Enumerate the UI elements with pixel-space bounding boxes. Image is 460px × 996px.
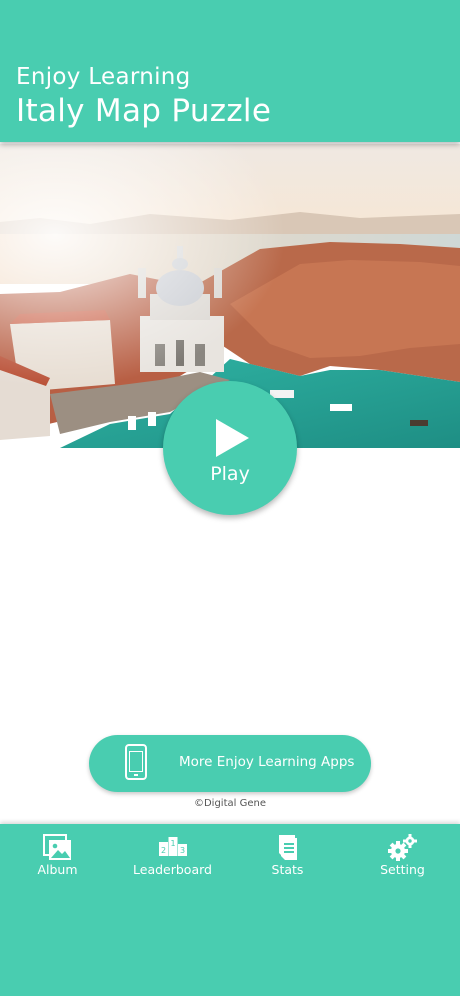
more-apps-label: More Enjoy Learning Apps [179, 754, 355, 770]
page-title: Italy Map Puzzle [16, 93, 272, 129]
svg-text:3: 3 [179, 846, 184, 855]
gears-icon [345, 834, 460, 862]
more-apps-button[interactable]: More Enjoy Learning Apps [89, 735, 371, 792]
copyright-text: ©Digital Gene [193, 798, 266, 809]
tab-stats-label: Stats [271, 862, 304, 877]
tab-stats[interactable]: Stats [230, 834, 345, 882]
document-icon [230, 834, 345, 862]
tab-leaderboard[interactable]: 2 1 3 Leaderboard [115, 834, 230, 882]
svg-text:2: 2 [160, 846, 165, 855]
tab-setting-label: Setting [380, 862, 425, 877]
tab-setting[interactable]: Setting [345, 834, 460, 882]
play-button[interactable]: Play [163, 381, 297, 515]
tab-leaderboard-label: Leaderboard [133, 862, 212, 877]
app-header: Enjoy Learning Italy Map Puzzle [0, 0, 460, 142]
tab-album-label: Album [37, 862, 78, 877]
bottom-tab-bar: Album 2 1 3 Leaderboard Stats Setting [0, 824, 460, 996]
header-subtitle: Enjoy Learning [16, 64, 191, 90]
phone-icon [125, 744, 147, 780]
play-label: Play [210, 463, 250, 485]
album-icon [0, 834, 115, 862]
play-icon [216, 419, 249, 457]
svg-text:1: 1 [170, 839, 175, 848]
podium-icon: 2 1 3 [115, 834, 230, 862]
tab-album[interactable]: Album [0, 834, 115, 882]
